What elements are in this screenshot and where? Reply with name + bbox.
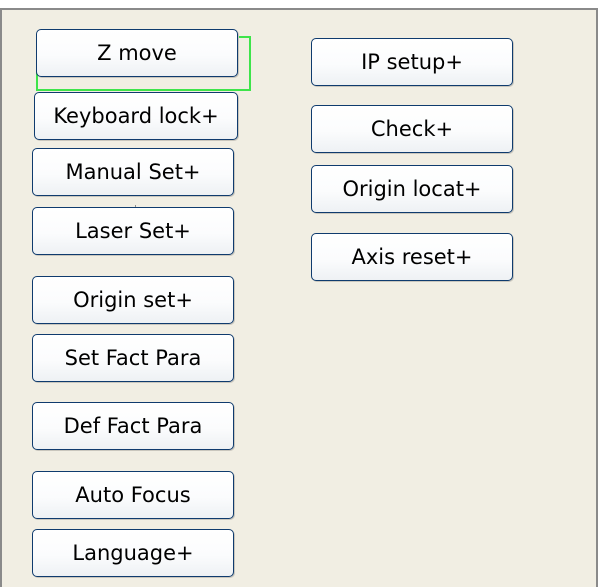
check-button[interactable]: Check+	[311, 105, 513, 153]
origin-locat-button[interactable]: Origin locat+	[311, 165, 513, 213]
def-fact-para-button[interactable]: Def Fact Para	[32, 402, 234, 450]
z-move-button[interactable]: Z move	[36, 29, 238, 77]
set-fact-para-button[interactable]: Set Fact Para	[32, 334, 234, 382]
laser-set-button[interactable]: Laser Set+	[32, 207, 234, 255]
origin-set-button[interactable]: Origin set+	[32, 276, 234, 324]
auto-focus-button[interactable]: Auto Focus	[32, 471, 234, 519]
manual-set-button[interactable]: Manual Set+	[32, 148, 234, 196]
keyboard-lock-button[interactable]: Keyboard lock+	[34, 92, 238, 140]
axis-reset-button[interactable]: Axis reset+	[311, 233, 513, 281]
ip-setup-button[interactable]: IP setup+	[311, 38, 513, 86]
language-button[interactable]: Language+	[32, 529, 234, 577]
